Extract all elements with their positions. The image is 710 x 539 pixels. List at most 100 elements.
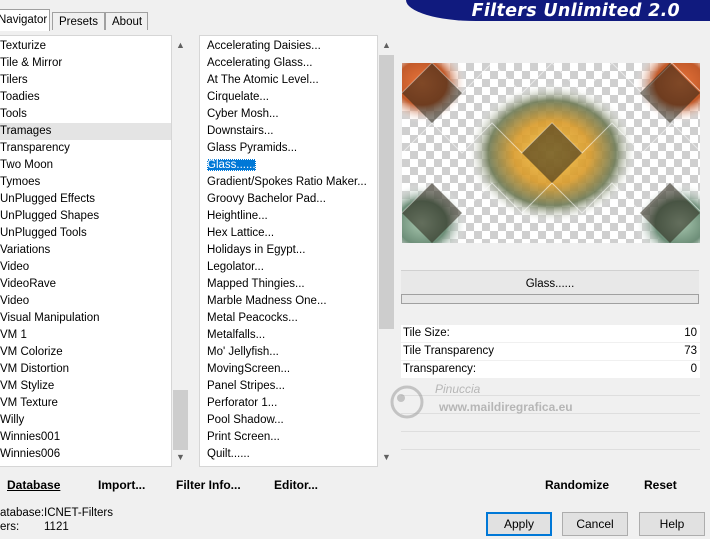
tab-about[interactable]: About: [105, 12, 148, 30]
cancel-button[interactable]: Cancel: [562, 512, 628, 536]
database-button[interactable]: Database: [7, 478, 60, 492]
filter-item-label: Marble Madness One...: [207, 295, 327, 307]
param-label: Tile Size:: [403, 327, 450, 339]
category-item[interactable]: Transparency: [0, 140, 171, 157]
category-item[interactable]: Tools: [0, 106, 171, 123]
filter-scroll-thumb[interactable]: [379, 55, 394, 329]
filter-item[interactable]: Marble Madness One...: [200, 293, 377, 310]
param-value[interactable]: 0: [691, 361, 697, 378]
param-row[interactable]: Transparency: 0: [401, 361, 700, 378]
tab-presets[interactable]: Presets: [52, 12, 105, 30]
filter-item[interactable]: Downstairs...: [200, 123, 377, 140]
filter-item[interactable]: Gradient/Spokes Ratio Maker...: [200, 174, 377, 191]
filter-item[interactable]: Groovy Bachelor Pad...: [200, 191, 377, 208]
category-item[interactable]: Texturize: [0, 38, 171, 55]
status-filters-label: ers:: [0, 521, 20, 533]
filter-item-label: Mo' Jellyfish...: [207, 346, 279, 358]
filter-item[interactable]: Perforator 1...: [200, 395, 377, 412]
filter-item[interactable]: Metalfalls...: [200, 327, 377, 344]
filter-item[interactable]: Panel Stripes...: [200, 378, 377, 395]
category-item[interactable]: Toadies: [0, 89, 171, 106]
filter-item-label: Glass Pyramids...: [207, 142, 298, 154]
category-item[interactable]: Two Moon: [0, 157, 171, 174]
filter-item[interactable]: At The Atomic Level...: [200, 72, 377, 89]
scroll-up-icon[interactable]: ▲: [378, 37, 395, 54]
category-item[interactable]: VM Distortion: [0, 361, 171, 378]
filter-item-label: Quilt......: [207, 448, 250, 460]
category-item[interactable]: VideoRave: [0, 276, 171, 293]
param-value[interactable]: 10: [684, 325, 697, 342]
preview-image: [402, 63, 700, 243]
filter-item-label: Glass......: [207, 159, 256, 171]
scroll-up-icon[interactable]: ▲: [172, 37, 189, 54]
filter-item[interactable]: Accelerating Daisies...: [200, 38, 377, 55]
filter-list[interactable]: Accelerating Daisies... Accelerating Glas…: [199, 35, 378, 467]
category-item[interactable]: Video: [0, 293, 171, 310]
category-item[interactable]: Willy: [0, 412, 171, 429]
filter-item[interactable]: Heightline...: [200, 208, 377, 225]
category-item[interactable]: UnPlugged Shapes: [0, 208, 171, 225]
category-item[interactable]: UnPlugged Tools: [0, 225, 171, 242]
watermark: Pinuccia www.maildiregrafica.eu: [387, 380, 627, 440]
category-item[interactable]: Tile & Mirror: [0, 55, 171, 72]
status-database-label: atabase:: [0, 507, 45, 519]
progress-bar: [401, 294, 699, 304]
filter-item[interactable]: Cirquelate...: [200, 89, 377, 106]
filter-item-label: Gradient/Spokes Ratio Maker...: [207, 176, 367, 188]
status-filters-value: 1121: [44, 521, 69, 533]
category-scroll-thumb[interactable]: [173, 390, 188, 450]
category-item[interactable]: VM 1: [0, 327, 171, 344]
watermark-logo-icon: [390, 385, 424, 419]
filter-item[interactable]: Quilt......: [200, 446, 377, 463]
reset-button[interactable]: Reset: [644, 478, 677, 492]
filter-item[interactable]: Glass Pyramids...: [200, 140, 377, 157]
filter-item[interactable]: Mo' Jellyfish...: [200, 344, 377, 361]
filter-info-button[interactable]: Filter Info...: [176, 478, 241, 492]
filter-item-label: MovingScreen...: [207, 363, 291, 375]
filter-item-label: Holidays in Egypt...: [207, 244, 306, 256]
category-item[interactable]: Winnies001: [0, 429, 171, 446]
filter-item[interactable]: Hex Lattice...: [200, 225, 377, 242]
import-button[interactable]: Import...: [98, 478, 145, 492]
scroll-down-icon[interactable]: ▼: [378, 449, 395, 466]
help-button[interactable]: Help: [639, 512, 705, 536]
filter-item-label: Legolator...: [207, 261, 264, 273]
scroll-down-icon[interactable]: ▼: [172, 449, 189, 466]
category-scrollbar[interactable]: ▲ ▼: [172, 35, 189, 467]
category-item[interactable]: Visual Manipulation: [0, 310, 171, 327]
filter-item[interactable]: Pool Shadow...: [200, 412, 377, 429]
category-item[interactable]: Tilers: [0, 72, 171, 89]
apply-button[interactable]: Apply: [486, 512, 552, 536]
param-row[interactable]: Tile Transparency 73: [401, 343, 700, 360]
filter-item[interactable]: Cyber Mosh...: [200, 106, 377, 123]
filter-item-label: Accelerating Daisies...: [207, 40, 321, 52]
filter-item-label: Cyber Mosh...: [207, 108, 279, 120]
category-item[interactable]: Tramages: [0, 123, 171, 140]
category-item[interactable]: Tymoes: [0, 174, 171, 191]
editor-button[interactable]: Editor...: [274, 478, 318, 492]
status-database-value: ICNET-Filters: [44, 507, 113, 519]
category-item[interactable]: UnPlugged Effects: [0, 191, 171, 208]
filter-item[interactable]: Mapped Thingies...: [200, 276, 377, 293]
filter-item-label: Metal Peacocks...: [207, 312, 298, 324]
randomize-button[interactable]: Randomize: [545, 478, 609, 492]
filter-item[interactable]: Holidays in Egypt...: [200, 242, 377, 259]
category-item[interactable]: Variations: [0, 242, 171, 259]
filter-item[interactable]: Metal Peacocks...: [200, 310, 377, 327]
filter-item[interactable]: Legolator...: [200, 259, 377, 276]
filter-item[interactable]: MovingScreen...: [200, 361, 377, 378]
filter-item[interactable]: Accelerating Glass...: [200, 55, 377, 72]
category-list[interactable]: Texturize Tile & Mirror Tilers Toadies Tools…: [0, 35, 172, 467]
filter-item[interactable]: Glass......: [200, 157, 377, 174]
category-item[interactable]: VM Stylize: [0, 378, 171, 395]
param-label: Transparency:: [403, 363, 477, 375]
tab-navigator[interactable]: Navigator: [0, 9, 50, 31]
param-row[interactable]: Tile Size: 10: [401, 325, 700, 342]
param-value[interactable]: 73: [684, 343, 697, 360]
filter-item[interactable]: Print Screen...: [200, 429, 377, 446]
filter-item-label: Accelerating Glass...: [207, 57, 313, 69]
category-item[interactable]: VM Colorize: [0, 344, 171, 361]
category-item[interactable]: VM Texture: [0, 395, 171, 412]
category-item[interactable]: Video: [0, 259, 171, 276]
category-item[interactable]: Winnies006: [0, 446, 171, 463]
